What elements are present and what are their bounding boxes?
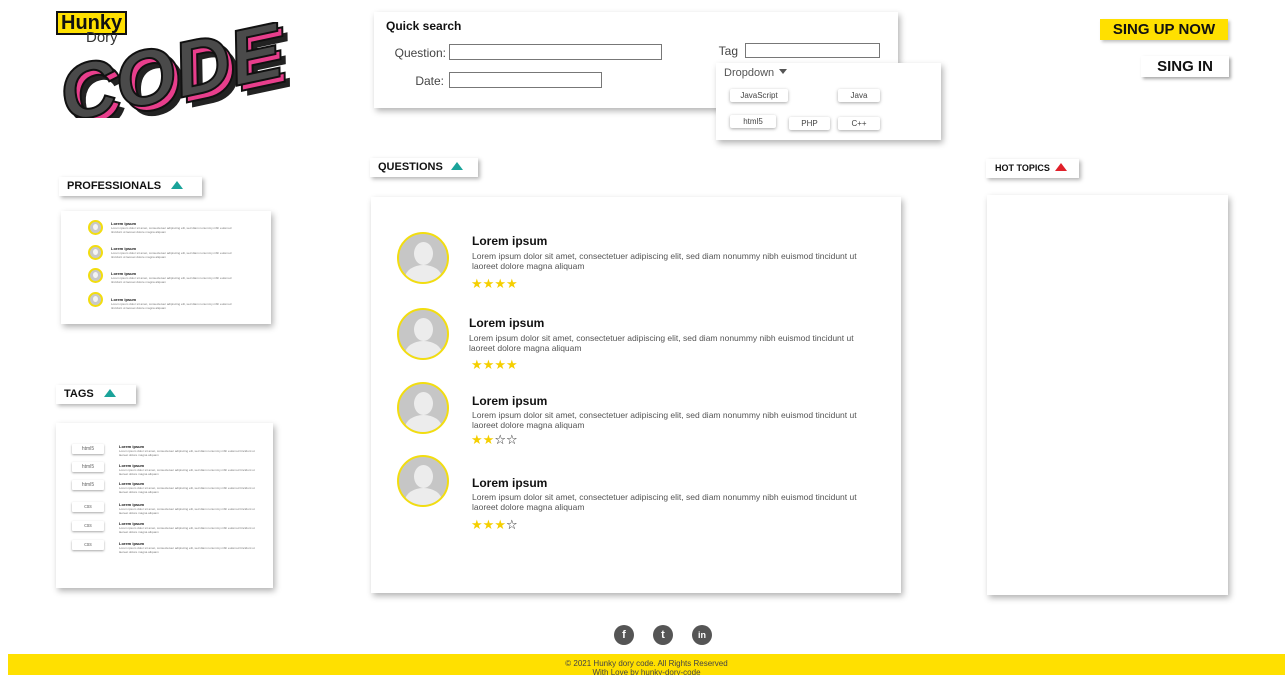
hot-topics-title: HOT TOPICS [995,163,1050,173]
facebook-icon[interactable]: f [614,625,634,645]
tag-text: Lorem ipsum dolor sit amet, consectetuer… [119,507,255,515]
question-title[interactable]: Lorem ipsum [469,316,544,330]
rating-stars: ★★☆☆ [471,434,518,448]
question-text: Lorem ipsum dolor sit amet, consectetuer… [472,251,857,271]
hot-topics-header[interactable]: HOT TOPICS [986,159,1079,178]
footer-credit[interactable]: With Love by hunky-dory-code [8,668,1285,675]
collapse-up-icon [1054,163,1067,171]
hot-topics-panel [987,195,1228,595]
tag-chip[interactable]: css [72,521,104,531]
tag-dropdown-toggle[interactable]: Dropdown [724,67,788,79]
tag-text: Lorem ipsum dolor sit amet, consectetuer… [119,468,255,476]
question-avatar[interactable] [397,308,449,360]
tags-header[interactable]: TAGS [56,385,136,404]
question-title[interactable]: Lorem ipsum [472,234,547,248]
tag-text: Lorem ipsum dolor sit amet, consectetuer… [119,449,255,457]
star-empty-icon: ☆ [505,518,518,533]
star-empty-icon: ☆ [505,433,518,448]
dropdown-option-javascript[interactable]: JavaScript [730,89,788,102]
professional-avatar[interactable] [88,268,103,283]
tags-title: TAGS [64,388,94,400]
question-text: Lorem ipsum dolor sit amet, consectetuer… [472,492,857,512]
star-empty-icon: ☆ [494,433,506,448]
questions-header[interactable]: QUESTIONS [370,158,478,177]
dropdown-label: Dropdown [724,67,775,79]
collapse-up-icon [171,181,184,189]
professional-avatar[interactable] [88,245,103,260]
date-label: Date: [415,74,444,88]
star-filled-icon: ★ [505,277,518,292]
question-text: Lorem ipsum dolor sit amet, consectetuer… [472,410,857,430]
star-filled-icon: ★ [471,518,483,533]
star-filled-icon: ★ [471,358,483,373]
professional-text: Lorem ipsum dolor sit amet, consectetuer… [111,251,232,259]
questions-title: QUESTIONS [378,161,443,173]
tag-chip[interactable]: html5 [72,444,104,454]
star-filled-icon: ★ [471,277,483,292]
collapse-up-icon [450,162,463,170]
professionals-title: PROFESSIONALS [67,180,162,192]
star-filled-icon: ★ [482,433,495,448]
linkedin-icon[interactable]: in [692,625,712,645]
twitter-icon[interactable]: t [653,625,673,645]
star-filled-icon: ★ [494,358,506,373]
question-avatar[interactable] [397,232,449,284]
dropdown-option-java[interactable]: Java [838,89,880,102]
question-input[interactable] [449,44,662,60]
star-filled-icon: ★ [482,277,495,292]
professional-text: Lorem ipsum dolor sit amet, consectetuer… [111,226,232,234]
tag-text: Lorem ipsum dolor sit amet, consectetuer… [119,546,255,554]
dropdown-option-php[interactable]: PHP [789,117,830,130]
dropdown-option-cpp[interactable]: C++ [838,117,880,130]
question-title[interactable]: Lorem ipsum [472,394,547,408]
question-label: Question: [394,46,446,60]
question-avatar[interactable] [397,455,449,507]
date-input[interactable] [449,72,602,88]
signin-button[interactable]: SING IN [1141,56,1229,77]
star-filled-icon: ★ [494,277,506,292]
rating-stars: ★★★★ [471,278,518,292]
logo-dory: Dory [86,29,118,46]
rating-stars: ★★★★ [471,359,518,373]
star-filled-icon: ★ [494,518,506,533]
collapse-up-icon [103,389,116,397]
question-text: Lorem ipsum dolor sit amet, consectetuer… [469,333,854,353]
signup-button[interactable]: SING UP NOW [1100,19,1228,40]
footer: © 2021 Hunky dory code. All Rights Reser… [8,654,1285,675]
quick-search-title: Quick search [386,19,462,33]
dropdown-option-html5[interactable]: html5 [730,115,776,128]
star-filled-icon: ★ [505,358,518,373]
star-filled-icon: ★ [482,518,495,533]
star-filled-icon: ★ [471,433,483,448]
star-filled-icon: ★ [482,358,495,373]
tag-input[interactable] [745,43,880,58]
tag-chip[interactable]: css [72,540,104,550]
tag-chip[interactable]: css [72,502,104,512]
tag-label: Tag [718,44,738,58]
tag-text: Lorem ipsum dolor sit amet, consectetuer… [119,526,255,534]
footer-copyright: © 2021 Hunky dory code. All Rights Reser… [565,659,728,668]
question-title[interactable]: Lorem ipsum [472,476,547,490]
professional-avatar[interactable] [88,220,103,235]
question-avatar[interactable] [397,382,449,434]
caret-down-icon [779,69,788,74]
professional-avatar[interactable] [88,292,103,307]
rating-stars: ★★★☆ [471,519,518,533]
professional-text: Lorem ipsum dolor sit amet, consectetuer… [111,302,232,310]
professional-text: Lorem ipsum dolor sit amet, consectetuer… [111,276,232,284]
tag-chip[interactable]: html5 [72,480,104,490]
professionals-header[interactable]: PROFESSIONALS [59,177,202,196]
tag-text: Lorem ipsum dolor sit amet, consectetuer… [119,486,255,494]
tag-chip[interactable]: html5 [72,462,104,472]
